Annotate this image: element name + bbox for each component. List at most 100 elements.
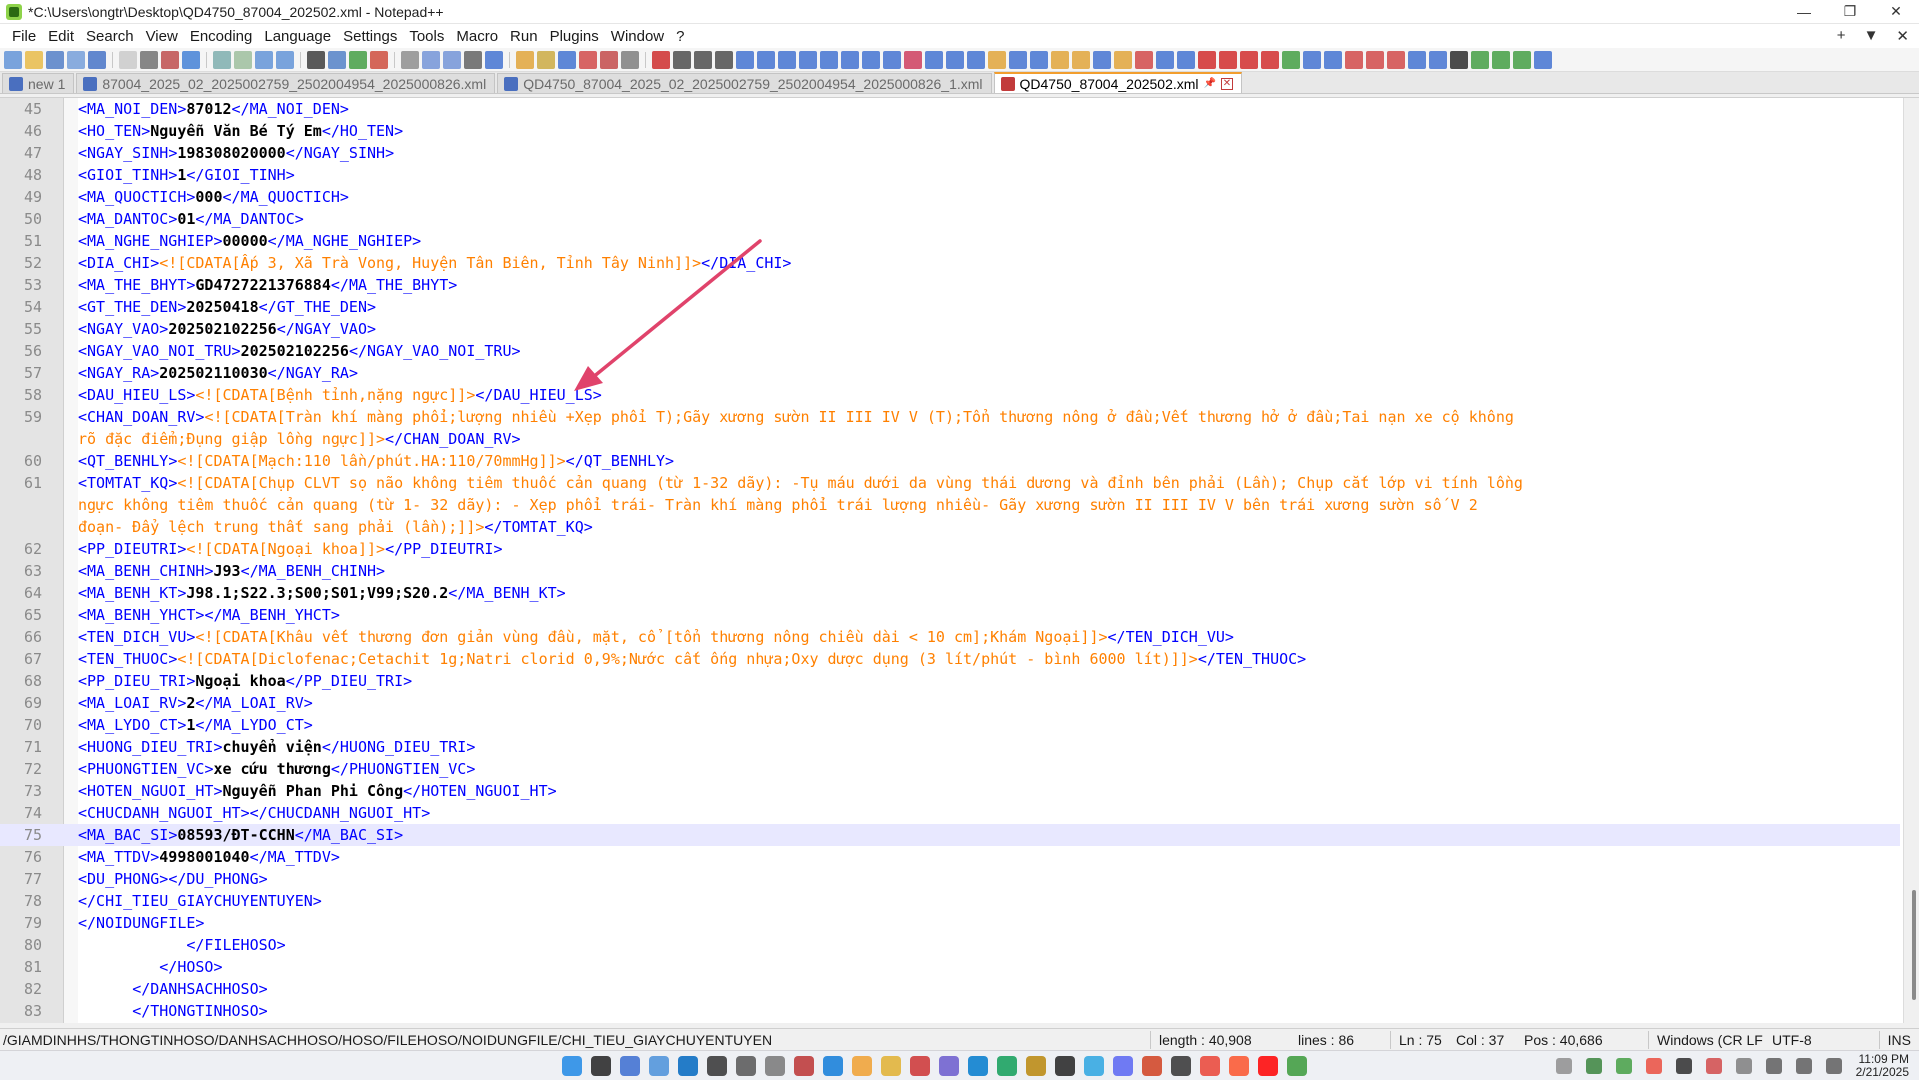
- toolbar-button-icon[interactable]: [673, 50, 691, 69]
- menu-plugins[interactable]: Plugins: [544, 28, 605, 45]
- taskbar-app-icon[interactable]: [678, 1055, 698, 1076]
- tab-close-icon[interactable]: ✕: [1221, 77, 1233, 90]
- tab-list-icon[interactable]: ▼: [1864, 27, 1879, 45]
- toolbar-button-icon[interactable]: [464, 50, 482, 69]
- tray-icon[interactable]: [1765, 1057, 1782, 1074]
- toolbar-button-icon[interactable]: [1051, 50, 1069, 69]
- code-line[interactable]: 66 <TEN_DICH_VU><![CDATA[Khâu vết thương …: [0, 626, 1900, 648]
- toolbar-button-icon[interactable]: [182, 50, 200, 69]
- toolbar-button-icon[interactable]: [370, 50, 388, 69]
- toolbar-button-icon[interactable]: [946, 50, 964, 69]
- code-line[interactable]: 73 <HOTEN_NGUOI_HT>Nguyễn Phan Phi Công</…: [0, 780, 1900, 802]
- taskbar-app-icon[interactable]: [736, 1055, 756, 1076]
- code-line[interactable]: 61 <TOMTAT_KQ><![CDATA[Chụp CLVT sọ não k…: [0, 472, 1900, 494]
- toolbar-button-icon[interactable]: [988, 50, 1006, 69]
- code-line[interactable]: 60 <QT_BENHLY><![CDATA[Mạch:110 lần/phút.…: [0, 450, 1900, 472]
- toolbar-button-icon[interactable]: [307, 50, 325, 69]
- taskbar-app-icon[interactable]: [968, 1055, 988, 1076]
- taskbar-app-icon[interactable]: [1287, 1055, 1307, 1076]
- tray-icon[interactable]: [1735, 1057, 1752, 1074]
- code-line[interactable]: 58 <DAU_HIEU_LS><![CDATA[Bệnh tỉnh,nặng n…: [0, 384, 1900, 406]
- taskbar-app-icon[interactable]: [881, 1055, 901, 1076]
- toolbar-button-icon[interactable]: [213, 50, 231, 69]
- toolbar-button-icon[interactable]: [88, 50, 106, 69]
- toolbar-button-icon[interactable]: [715, 50, 733, 69]
- toolbar-button-icon[interactable]: [1429, 50, 1447, 69]
- menu-language[interactable]: Language: [258, 28, 337, 45]
- toolbar-button-icon[interactable]: [1198, 50, 1216, 69]
- clock[interactable]: 11:09 PM 2/21/2025: [1856, 1052, 1909, 1079]
- taskbar-app-icon[interactable]: [1113, 1055, 1133, 1076]
- toolbar-button-icon[interactable]: [1219, 50, 1237, 69]
- restore-button[interactable]: ❐: [1827, 0, 1873, 24]
- toolbar-button-icon[interactable]: [579, 50, 597, 69]
- taskbar-app-icon[interactable]: [1142, 1055, 1162, 1076]
- taskbar-app-icon[interactable]: [1200, 1055, 1220, 1076]
- toolbar-button-icon[interactable]: [255, 50, 273, 69]
- code-line[interactable]: 47 <NGAY_SINH>198308020000</NGAY_SINH>: [0, 142, 1900, 164]
- toolbar-button-icon[interactable]: [1366, 50, 1384, 69]
- code-line[interactable]: ngực không tiêm thuốc cản quang (từ 1- 3…: [0, 494, 1900, 516]
- menu-search[interactable]: Search: [80, 28, 140, 45]
- toolbar-button-icon[interactable]: [401, 50, 419, 69]
- taskbar-app-icon[interactable]: [794, 1055, 814, 1076]
- toolbar-button-icon[interactable]: [1387, 50, 1405, 69]
- toolbar-button-icon[interactable]: [485, 50, 503, 69]
- toolbar-button-icon[interactable]: [161, 50, 179, 69]
- code-line[interactable]: 76 <MA_TTDV>4998001040</MA_TTDV>: [0, 846, 1900, 868]
- toolbar-button-icon[interactable]: [1177, 50, 1195, 69]
- insert-mode[interactable]: INS: [1878, 1030, 1919, 1049]
- code-line[interactable]: 45 <MA_NOI_DEN>87012</MA_NOI_DEN>: [0, 98, 1900, 120]
- taskbar-app-icon[interactable]: [1229, 1055, 1249, 1076]
- toolbar-button-icon[interactable]: [1345, 50, 1363, 69]
- toolbar-button-icon[interactable]: [1408, 50, 1426, 69]
- menu-file[interactable]: File: [6, 28, 42, 45]
- tray-icon[interactable]: [1675, 1057, 1692, 1074]
- taskbar-app-icon[interactable]: [620, 1055, 640, 1076]
- tab-file-1[interactable]: new 1: [2, 73, 75, 93]
- taskbar-app-icon[interactable]: [852, 1055, 872, 1076]
- code-line[interactable]: 69 <MA_LOAI_RV>2</MA_LOAI_RV>: [0, 692, 1900, 714]
- editor-area[interactable]: 45 <MA_NOI_DEN>87012</MA_NOI_DEN> 46 <HO_TE…: [0, 97, 1919, 1023]
- code-line[interactable]: 80 </FILEHOSO>: [0, 934, 1900, 956]
- toolbar-button-icon[interactable]: [1114, 50, 1132, 69]
- toolbar-button-icon[interactable]: [925, 50, 943, 69]
- toolbar-button-icon[interactable]: [25, 50, 43, 69]
- taskbar-app-icon[interactable]: [1258, 1055, 1278, 1076]
- code-line[interactable]: 71 <HUONG_DIEU_TRI>chuyển viện</HUONG_DIE…: [0, 736, 1900, 758]
- toolbar-button-icon[interactable]: [820, 50, 838, 69]
- toolbar-button-icon[interactable]: [443, 50, 461, 69]
- tray-icon[interactable]: [1585, 1057, 1602, 1074]
- taskbar-app-icon[interactable]: [1084, 1055, 1104, 1076]
- toolbar-button-icon[interactable]: [1135, 50, 1153, 69]
- toolbar-button-icon[interactable]: [234, 50, 252, 69]
- code-line[interactable]: 52 <DIA_CHI><![CDATA[Ấp 3, Xã Trà Vong, H…: [0, 252, 1900, 274]
- code-line[interactable]: 67 <TEN_THUOC><![CDATA[Diclofenac;Cetachi…: [0, 648, 1900, 670]
- code-line[interactable]: 46 <HO_TEN>Nguyễn Văn Bé Tý Em</HO_TEN>: [0, 120, 1900, 142]
- taskbar-app-icon[interactable]: [765, 1055, 785, 1076]
- notepadpp-app-icon[interactable]: [6, 3, 22, 20]
- code-line[interactable]: 63 <MA_BENH_CHINH>J93</MA_BENH_CHINH>: [0, 560, 1900, 582]
- toolbar-button-icon[interactable]: [904, 50, 922, 69]
- toolbar-button-icon[interactable]: [1471, 50, 1489, 69]
- menu-encoding[interactable]: Encoding: [184, 28, 259, 45]
- toolbar-button-icon[interactable]: [883, 50, 901, 69]
- toolbar-button-icon[interactable]: [349, 50, 367, 69]
- toolbar-button-icon[interactable]: [1240, 50, 1258, 69]
- toolbar-button-icon[interactable]: [1093, 50, 1111, 69]
- tray-icon[interactable]: [1645, 1057, 1662, 1074]
- toolbar-button-icon[interactable]: [1303, 50, 1321, 69]
- close-tab-icon[interactable]: ✕: [1896, 27, 1909, 45]
- tab-file-3[interactable]: QD4750_87004_2025_02_2025002759_25020049…: [497, 73, 992, 93]
- menu-settings[interactable]: Settings: [337, 28, 403, 45]
- code-line[interactable]: 49 <MA_QUOCTICH>000</MA_QUOCTICH>: [0, 186, 1900, 208]
- toolbar-button-icon[interactable]: [46, 50, 64, 69]
- code-line[interactable]: 55 <NGAY_VAO>202502102256</NGAY_VAO>: [0, 318, 1900, 340]
- code-line[interactable]: 48 <GIOI_TINH>1</GIOI_TINH>: [0, 164, 1900, 186]
- tray-icon[interactable]: [1615, 1057, 1632, 1074]
- taskbar-app-icon[interactable]: [562, 1055, 582, 1076]
- vertical-scrollbar[interactable]: [1903, 98, 1919, 1023]
- code-line[interactable]: 53 <MA_THE_BHYT>GD4727221376884</MA_THE_B…: [0, 274, 1900, 296]
- code-line[interactable]: 83 </THONGTINHOSO>: [0, 1000, 1900, 1022]
- toolbar-button-icon[interactable]: [694, 50, 712, 69]
